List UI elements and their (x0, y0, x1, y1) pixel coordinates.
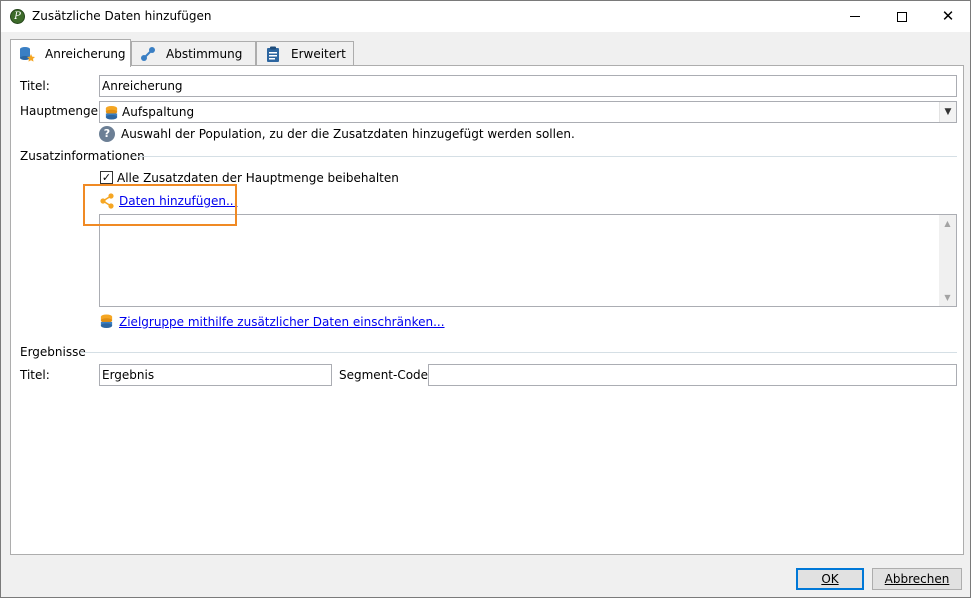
main-set-value: Aufspaltung (122, 105, 195, 119)
title-label: Titel: (20, 79, 50, 93)
group-divider (80, 352, 957, 353)
close-button[interactable]: ✕ (925, 1, 971, 32)
segment-code-input[interactable] (428, 364, 957, 386)
tab-anreicherung[interactable]: Anreicherung (10, 39, 131, 67)
help-icon: ? (99, 126, 115, 142)
segment-code-label: Segment-Code: (339, 368, 433, 382)
scroll-up-icon[interactable]: ▲ (939, 215, 956, 232)
maximize-button[interactable] (879, 1, 925, 32)
help-text: Auswahl der Population, zu der die Zusat… (121, 127, 575, 141)
keep-all-label: Alle Zusatzdaten der Hauptmenge beibehal… (117, 171, 399, 185)
group-divider (133, 156, 957, 157)
ok-button[interactable]: OK (796, 568, 864, 590)
ok-button-label: OK (821, 572, 839, 586)
tab-erweitert[interactable]: Erweitert (256, 41, 354, 66)
app-logo-icon: P (10, 9, 25, 24)
main-set-select[interactable]: Aufspaltung ▼ (99, 101, 957, 123)
tab-abstimmung[interactable]: Abstimmung (131, 41, 256, 66)
window-title: Zusätzliche Daten hinzufügen (32, 9, 212, 23)
restrict-target-link[interactable]: Zielgruppe mithilfe zusätzlicher Daten e… (119, 315, 445, 329)
minimize-button[interactable] (832, 1, 878, 32)
additional-info-group-label: Zusatzinformationen (20, 149, 145, 163)
result-title-label: Titel: (20, 368, 50, 382)
title-bar[interactable]: P Zusätzliche Daten hinzufügen ✕ (1, 1, 970, 32)
main-set-label: Hauptmenge: (20, 104, 103, 118)
chevron-down-icon[interactable]: ▼ (939, 102, 956, 122)
tab-label: Abstimmung (166, 47, 243, 61)
database-icon (104, 105, 119, 123)
minimize-icon (850, 16, 860, 17)
dialog-window: P Zusätzliche Daten hinzufügen ✕ Anreich… (0, 0, 971, 598)
database-star-icon (19, 46, 35, 62)
tab-label: Anreicherung (45, 46, 126, 61)
scroll-down-icon[interactable]: ▼ (939, 289, 956, 306)
title-input[interactable]: Anreicherung (99, 75, 957, 97)
close-icon: ✕ (941, 7, 955, 25)
link-nodes-icon (140, 46, 156, 62)
cancel-button-label: Abbrechen (884, 572, 950, 586)
database-icon (99, 313, 114, 332)
maximize-icon (897, 11, 907, 22)
result-title-input[interactable]: Ergebnis (99, 364, 332, 386)
results-group-label: Ergebnisse (20, 345, 86, 359)
additional-data-list[interactable]: ▲ ▼ (99, 214, 957, 307)
clipboard-icon (265, 46, 281, 62)
keep-all-checkbox[interactable]: ✓ (100, 171, 113, 184)
vertical-scrollbar[interactable]: ▲ ▼ (939, 215, 956, 306)
highlight-annotation (83, 184, 237, 226)
tab-label: Erweitert (291, 47, 346, 61)
cancel-button[interactable]: Abbrechen (872, 568, 962, 590)
